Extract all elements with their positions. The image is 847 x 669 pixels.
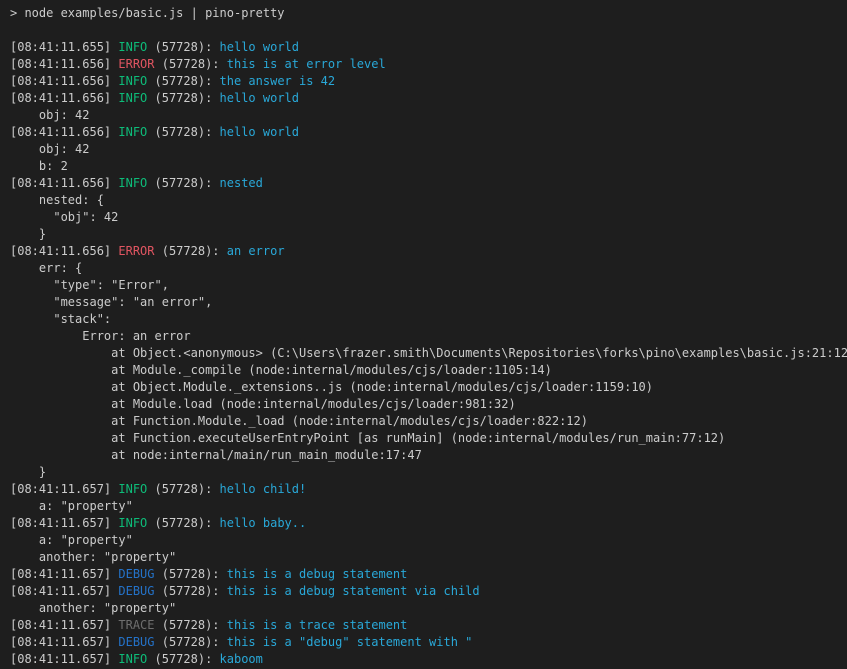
log-message: hello child! [220, 482, 307, 496]
log-message: the answer is 42 [220, 74, 336, 88]
terminal-detail-line: "stack": [10, 311, 847, 328]
log-level-debug: DEBUG [118, 567, 154, 581]
log-message: hello baby.. [220, 516, 307, 530]
log-level-error: ERROR [118, 57, 154, 71]
terminal-log-line: [08:41:11.657] INFO (57728): hello child… [10, 481, 847, 498]
log-level-info: INFO [118, 74, 147, 88]
terminal-detail-line: err: { [10, 260, 847, 277]
terminal-detail-line: at Module.load (node:internal/modules/cj… [10, 396, 847, 413]
log-level-error: ERROR [118, 244, 154, 258]
terminal-detail-line: b: 2 [10, 158, 847, 175]
log-message: this is a "debug" statement with " [227, 635, 473, 649]
terminal-blank-line [10, 22, 847, 39]
terminal-log-line: [08:41:11.657] INFO (57728): hello baby.… [10, 515, 847, 532]
terminal-detail-line: at node:internal/main/run_main_module:17… [10, 447, 847, 464]
terminal-detail-line: a: "property" [10, 532, 847, 549]
terminal-detail-line: at Function.Module._load (node:internal/… [10, 413, 847, 430]
terminal-detail-line: obj: 42 [10, 141, 847, 158]
terminal-detail-line: } [10, 226, 847, 243]
terminal-log-line: [08:41:11.657] TRACE (57728): this is a … [10, 617, 847, 634]
log-message: this is a trace statement [227, 618, 408, 632]
terminal-detail-line: a: "property" [10, 498, 847, 515]
terminal-log-line: [08:41:11.656] INFO (57728): the answer … [10, 73, 847, 90]
terminal-log-line: [08:41:11.657] DEBUG (57728): this is a … [10, 634, 847, 651]
terminal-log-line: [08:41:11.657] DEBUG (57728): this is a … [10, 583, 847, 600]
log-message: hello world [220, 125, 299, 139]
log-level-info: INFO [118, 176, 147, 190]
log-message: nested [220, 176, 263, 190]
log-level-info: INFO [118, 482, 147, 496]
terminal-detail-line: at Module._compile (node:internal/module… [10, 362, 847, 379]
log-level-debug: DEBUG [118, 584, 154, 598]
log-message: this is a debug statement via child [227, 584, 480, 598]
log-message: hello world [220, 40, 299, 54]
terminal-log-line: [08:41:11.655] INFO (57728): hello world [10, 39, 847, 56]
terminal-detail-line: at Object.<anonymous> (C:\Users\frazer.s… [10, 345, 847, 362]
terminal-detail-line: at Object.Module._extensions..js (node:i… [10, 379, 847, 396]
terminal-command-line: > node examples/basic.js | pino-pretty [10, 5, 847, 22]
terminal[interactable]: > node examples/basic.js | pino-pretty [0… [0, 0, 847, 669]
log-level-info: INFO [118, 40, 147, 54]
terminal-log-line: [08:41:11.657] INFO (57728): kaboom [10, 651, 847, 668]
log-message: kaboom [220, 652, 263, 666]
log-level-info: INFO [118, 125, 147, 139]
terminal-detail-line: nested: { [10, 192, 847, 209]
log-level-info: INFO [118, 516, 147, 530]
terminal-detail-line: another: "property" [10, 600, 847, 617]
terminal-detail-line: } [10, 464, 847, 481]
log-level-info: INFO [118, 91, 147, 105]
log-message: this is a debug statement [227, 567, 408, 581]
terminal-log-line: [08:41:11.656] INFO (57728): hello world [10, 124, 847, 141]
terminal-log-line: [08:41:11.656] INFO (57728): hello world [10, 90, 847, 107]
terminal-detail-line: "obj": 42 [10, 209, 847, 226]
terminal-log-line: [08:41:11.656] ERROR (57728): an error [10, 243, 847, 260]
log-message: an error [227, 244, 285, 258]
terminal-detail-line: at Function.executeUserEntryPoint [as ru… [10, 430, 847, 447]
log-level-debug: DEBUG [118, 635, 154, 649]
terminal-log-line: [08:41:11.657] DEBUG (57728): this is a … [10, 566, 847, 583]
terminal-log-line: [08:41:11.656] INFO (57728): nested [10, 175, 847, 192]
log-level-info: INFO [118, 652, 147, 666]
log-message: this is at error level [227, 57, 386, 71]
terminal-output: > node examples/basic.js | pino-pretty [0… [10, 5, 847, 668]
log-level-trace: TRACE [118, 618, 154, 632]
terminal-detail-line: obj: 42 [10, 107, 847, 124]
terminal-detail-line: "message": "an error", [10, 294, 847, 311]
terminal-detail-line: "type": "Error", [10, 277, 847, 294]
log-message: hello world [220, 91, 299, 105]
terminal-detail-line: another: "property" [10, 549, 847, 566]
terminal-log-line: [08:41:11.656] ERROR (57728): this is at… [10, 56, 847, 73]
terminal-detail-line: Error: an error [10, 328, 847, 345]
